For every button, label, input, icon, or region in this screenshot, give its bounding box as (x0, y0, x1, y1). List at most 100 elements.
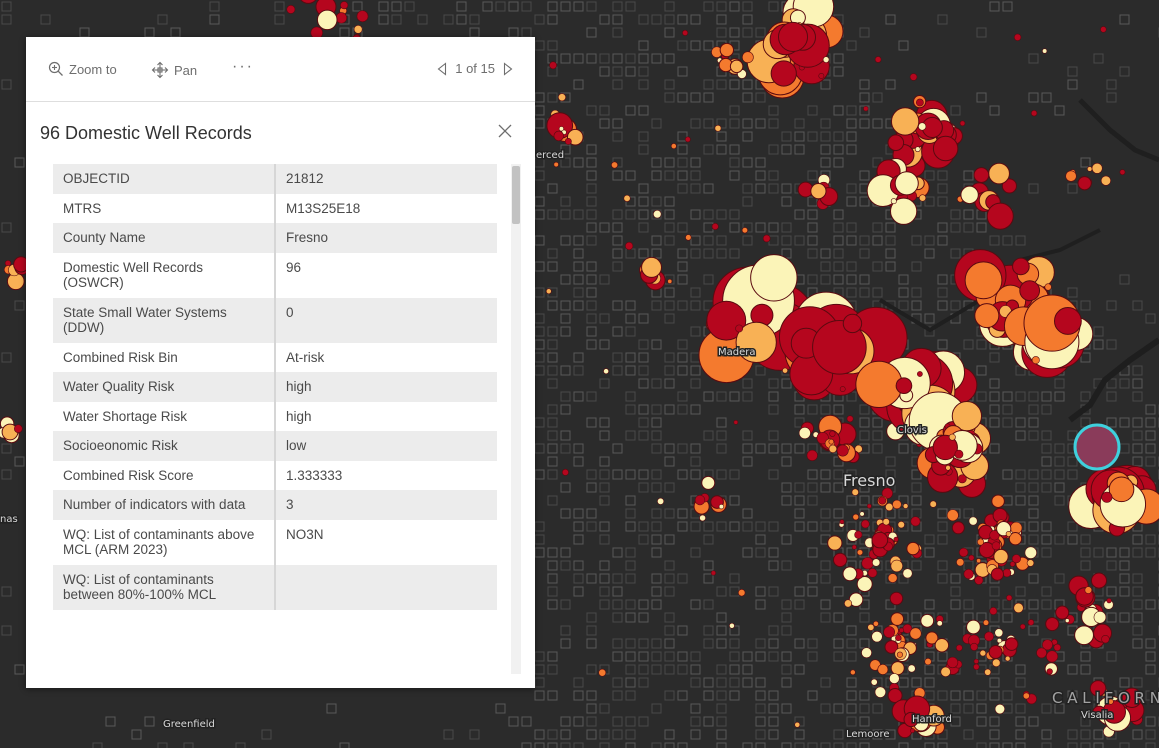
well-risk-symbol[interactable] (982, 619, 990, 626)
well-risk-symbol[interactable] (729, 59, 744, 74)
well-risk-symbol[interactable] (1019, 623, 1026, 630)
well-risk-symbol[interactable] (974, 575, 984, 585)
well-risk-symbol[interactable] (1005, 531, 1012, 537)
well-risk-symbol[interactable] (738, 589, 746, 597)
well-risk-symbol[interactable] (1065, 170, 1077, 182)
well-risk-symbol[interactable] (1004, 637, 1019, 651)
well-risk-symbol[interactable] (1084, 586, 1093, 594)
well-risk-symbol[interactable] (549, 61, 557, 70)
next-feature-button[interactable] (503, 61, 513, 76)
well-risk-symbol[interactable] (1013, 602, 1024, 614)
well-risk-symbol[interactable] (871, 631, 883, 643)
well-risk-symbol[interactable] (951, 521, 965, 535)
well-risk-symbol[interactable] (960, 185, 979, 205)
well-risk-symbol[interactable] (1045, 616, 1060, 632)
well-risk-symbol[interactable] (818, 73, 825, 79)
well-risk-symbol[interactable] (917, 371, 923, 377)
well-risk-symbol[interactable] (1036, 647, 1047, 659)
well-risk-symbol[interactable] (914, 146, 921, 153)
well-risk-symbol[interactable] (946, 509, 959, 522)
well-risk-symbol[interactable] (889, 591, 904, 606)
well-risk-symbol[interactable] (887, 573, 898, 583)
well-risk-symbol[interactable] (1009, 561, 1016, 567)
well-risk-symbol[interactable] (741, 227, 748, 234)
well-risk-symbol[interactable] (1090, 572, 1108, 589)
well-risk-symbol[interactable] (603, 368, 609, 375)
well-risk-symbol[interactable] (611, 161, 619, 169)
well-risk-symbol[interactable] (994, 628, 1004, 638)
well-risk-symbol[interactable] (924, 658, 932, 666)
well-risk-symbol[interactable] (874, 56, 882, 63)
well-risk-symbol[interactable] (894, 171, 919, 196)
well-risk-symbol[interactable] (897, 521, 905, 529)
well-risk-symbol[interactable] (1074, 625, 1094, 646)
well-risk-symbol[interactable] (1026, 559, 1035, 567)
well-risk-symbol[interactable] (1012, 257, 1030, 276)
well-risk-symbol[interactable] (1046, 668, 1053, 675)
well-risk-symbol[interactable] (1093, 611, 1107, 624)
well-risk-symbol[interactable] (1019, 280, 1041, 301)
well-risk-symbol[interactable] (979, 649, 987, 657)
well-risk-symbol[interactable] (936, 620, 943, 627)
more-options-button[interactable]: ··· (232, 58, 254, 76)
well-risk-symbol[interactable] (828, 444, 838, 454)
close-button[interactable] (497, 123, 513, 144)
well-risk-symbol[interactable] (988, 645, 1003, 660)
well-risk-symbol[interactable] (553, 161, 559, 168)
well-risk-symbol[interactable] (798, 427, 811, 440)
well-risk-symbol[interactable] (827, 535, 843, 551)
well-risk-symbol[interactable] (988, 162, 1010, 185)
well-risk-symbol[interactable] (806, 449, 818, 462)
well-risk-symbol[interactable] (353, 24, 363, 34)
well-risk-symbol[interactable] (993, 548, 1009, 565)
well-risk-symbol[interactable] (1002, 568, 1012, 578)
well-risk-symbol[interactable] (1042, 48, 1048, 54)
well-risk-symbol[interactable] (910, 728, 915, 734)
well-risk-symbol[interactable] (866, 503, 872, 509)
well-risk-symbol[interactable] (14, 424, 23, 433)
well-risk-symbol[interactable] (859, 511, 865, 517)
well-risk-symbol[interactable] (750, 254, 798, 302)
well-risk-symbol[interactable] (710, 570, 716, 576)
well-risk-symbol[interactable] (842, 313, 863, 334)
well-risk-symbol[interactable] (719, 42, 735, 58)
well-risk-symbol[interactable] (861, 557, 874, 570)
well-risk-symbol[interactable] (932, 135, 959, 162)
well-risk-symbol[interactable] (920, 613, 935, 628)
well-risk-symbol[interactable] (1077, 176, 1092, 191)
well-risk-symbol[interactable] (867, 568, 878, 578)
well-risk-symbol[interactable] (844, 599, 853, 608)
well-risk-symbol[interactable] (1064, 618, 1070, 623)
well-risk-symbol[interactable] (762, 234, 771, 243)
well-risk-symbol[interactable] (1101, 634, 1110, 644)
popup-scrollbar[interactable] (511, 164, 521, 674)
well-risk-symbol[interactable] (959, 120, 966, 127)
well-risk-symbol[interactable] (625, 241, 634, 251)
well-risk-symbol[interactable] (1100, 26, 1107, 33)
well-risk-symbol[interactable] (984, 631, 994, 642)
well-risk-symbol[interactable] (984, 668, 992, 676)
well-risk-symbol[interactable] (828, 438, 835, 445)
well-risk-symbol[interactable] (893, 536, 899, 542)
well-risk-symbol[interactable] (890, 612, 905, 626)
well-risk-symbol[interactable] (1006, 594, 1013, 602)
well-risk-symbol[interactable] (682, 29, 689, 36)
well-risk-symbol[interactable] (871, 531, 889, 549)
well-risk-symbol[interactable] (861, 647, 872, 659)
well-risk-symbol[interactable] (966, 619, 981, 635)
well-risk-symbol[interactable] (974, 303, 1000, 329)
well-risk-symbol[interactable] (1027, 619, 1035, 626)
well-risk-symbol[interactable] (685, 234, 692, 241)
well-risk-symbol[interactable] (907, 664, 916, 673)
well-risk-symbol[interactable] (891, 107, 920, 136)
well-risk-symbol[interactable] (1101, 491, 1113, 503)
well-risk-symbol[interactable] (1108, 476, 1135, 503)
well-risk-symbol[interactable] (973, 658, 979, 664)
well-risk-symbol[interactable] (842, 566, 858, 582)
well-risk-symbol[interactable] (918, 194, 927, 202)
well-risk-symbol[interactable] (991, 541, 1001, 551)
well-risk-symbol[interactable] (874, 686, 887, 698)
well-risk-symbol[interactable] (890, 559, 903, 573)
well-risk-symbol[interactable] (340, 1, 349, 10)
well-risk-symbol[interactable] (856, 549, 864, 556)
